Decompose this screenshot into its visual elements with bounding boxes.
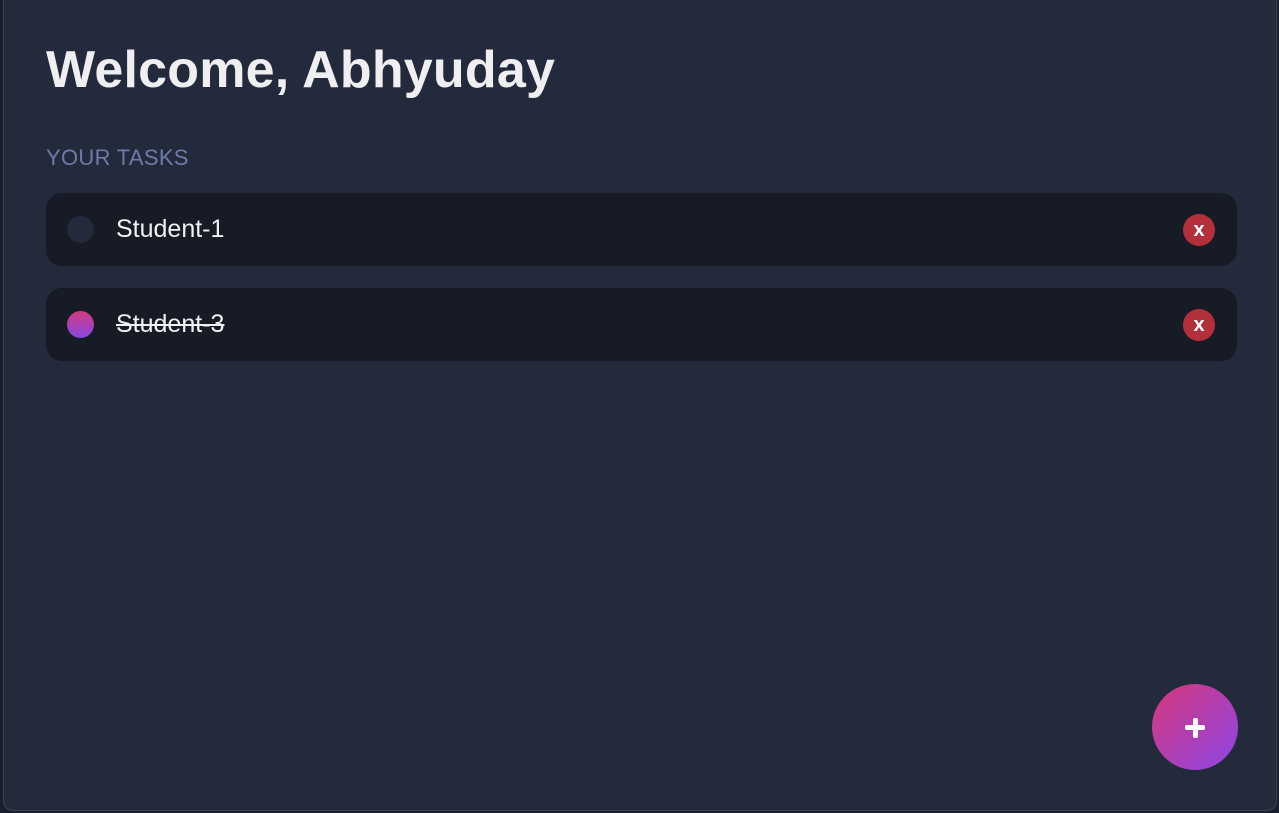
task-text: Student-3 <box>116 310 225 338</box>
task-item: Student-3 x <box>46 288 1237 361</box>
add-task-button[interactable] <box>1152 684 1238 770</box>
task-list: Student-1 x Student-3 x <box>46 193 1237 383</box>
delete-task-button[interactable]: x <box>1183 309 1215 341</box>
page-title: Welcome, Abhyuday <box>46 41 556 99</box>
app-window: Welcome, Abhyuday YOUR TASKS Student-1 x… <box>3 0 1277 811</box>
task-checkbox-icon[interactable] <box>67 216 94 243</box>
plus-icon-vertical <box>1192 717 1198 738</box>
delete-task-button[interactable]: x <box>1183 214 1215 246</box>
task-item: Student-1 x <box>46 193 1237 266</box>
task-text: Student-1 <box>116 215 225 243</box>
section-label-your-tasks: YOUR TASKS <box>46 145 189 170</box>
task-checkbox-icon[interactable] <box>67 311 94 338</box>
